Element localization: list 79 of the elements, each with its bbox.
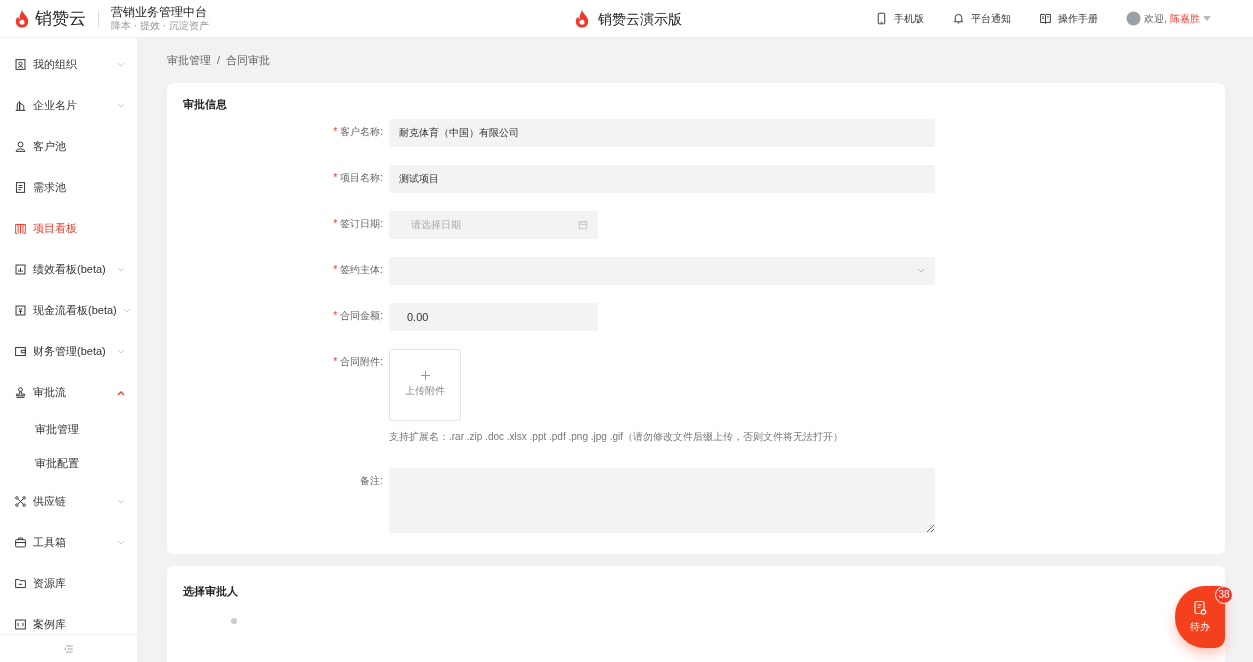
breadcrumb-item: 合同审批 <box>225 52 270 68</box>
chevron-down-icon <box>917 267 925 274</box>
sidebar-item[interactable]: 企业名片 <box>0 85 137 126</box>
note-icon <box>1192 600 1208 616</box>
user-name[interactable]: 陈嘉胜 <box>1170 11 1200 26</box>
chevron-up-icon <box>117 389 125 396</box>
sidebar-item[interactable]: 客户池 <box>0 126 137 167</box>
select-field[interactable] <box>389 256 935 285</box>
chevron-down-icon <box>117 348 125 355</box>
sidebar-item[interactable]: 需求池 <box>0 167 137 208</box>
chevron-down-icon <box>122 307 131 314</box>
chart-icon <box>14 263 27 276</box>
header-link[interactable]: 手机版 <box>875 11 925 26</box>
center-title: 销赞云演示版 <box>597 9 682 29</box>
bell-icon <box>952 12 966 25</box>
book-icon <box>1039 12 1053 25</box>
caret-icon[interactable] <box>1203 15 1211 22</box>
breadcrumb-item[interactable]: 审批管理 <box>167 52 211 69</box>
step-dot-icon <box>231 617 237 624</box>
chevron-down-icon <box>117 61 125 68</box>
header-link[interactable]: 操作手册 <box>1039 11 1099 26</box>
sidebar-item[interactable]: 供应链 <box>0 481 137 522</box>
sidebar-item[interactable]: 我的组织 <box>0 44 137 85</box>
welcome-text: 欢迎, <box>1144 12 1167 26</box>
sidebar-subitem[interactable]: 审批配置 <box>0 447 137 481</box>
yen-icon <box>14 304 27 317</box>
nodes-icon <box>14 495 27 508</box>
input-field[interactable]: 耐克体育（中国）有限公司 <box>389 118 935 147</box>
field-label: 项目名称: <box>340 171 383 183</box>
sidebar-item[interactable]: 项目看板 <box>0 208 137 249</box>
slogan: 降本 · 提效 · 沉淀资产 <box>111 19 209 31</box>
sidebar-item[interactable]: 工具箱 <box>0 522 137 563</box>
field-label: 客户名称: <box>340 125 383 137</box>
sidebar-item[interactable]: 财务管理(beta) <box>0 331 137 372</box>
required-mark: * <box>333 309 338 321</box>
sidebar-item[interactable]: 资源库 <box>0 563 137 604</box>
chevron-down-icon <box>117 498 125 505</box>
required-mark: * <box>333 125 338 137</box>
folder-icon <box>14 577 27 590</box>
required-mark: * <box>333 355 338 367</box>
sidebar-subitem[interactable]: 审批管理 <box>0 413 137 447</box>
field-label: 签订日期: <box>340 217 383 229</box>
board-icon <box>14 222 27 235</box>
field-label: 合同金额: <box>340 309 383 321</box>
doc-icon <box>14 181 27 194</box>
field-label: 备注: <box>360 474 383 486</box>
brand-name: 销赞云 <box>35 7 86 30</box>
header-link[interactable]: 平台通知 <box>952 11 1012 26</box>
sidebar-item[interactable]: 绩效看板(beta) <box>0 249 137 290</box>
sidebar-item[interactable]: 审批流 <box>0 372 137 413</box>
sidebar-item[interactable]: 现金流看板(beta) <box>0 290 137 331</box>
textarea-field[interactable] <box>389 467 935 533</box>
plus-icon <box>420 371 430 381</box>
building-icon <box>14 99 27 112</box>
chevron-down-icon <box>117 102 125 109</box>
frame-icon <box>14 618 27 631</box>
section-title: 审批信息 <box>183 97 228 112</box>
upload-button[interactable]: 上传附件 <box>389 348 461 421</box>
avatar[interactable] <box>1126 11 1142 26</box>
chevron-down-icon <box>117 539 125 546</box>
required-mark: * <box>333 217 338 229</box>
input-field[interactable]: 0.00 <box>389 302 598 331</box>
wallet-icon <box>14 345 27 358</box>
chevron-down-icon <box>117 266 125 273</box>
field-label: 签约主体: <box>340 263 383 275</box>
breadcrumb-separator: / <box>217 52 220 68</box>
upload-hint: 支持扩展名：.rar .zip .doc .xlsx .ppt .pdf .png .jpg .gif（请勿修改文件后缀上传，否则文件将无法打开） <box>389 429 843 444</box>
person-icon <box>14 140 27 153</box>
case-icon <box>14 536 27 549</box>
system-title: 营销业务管理中台 <box>111 6 208 20</box>
org-icon <box>14 58 27 71</box>
required-mark: * <box>333 171 338 183</box>
field-label: 合同附件: <box>340 355 383 367</box>
required-mark: * <box>333 263 338 275</box>
menu-icon[interactable] <box>62 642 75 655</box>
section-title: 选择审批人 <box>183 583 239 599</box>
stamp-icon <box>14 386 27 399</box>
calendar-icon <box>578 219 588 230</box>
input-field[interactable]: 测试项目 <box>389 164 935 193</box>
